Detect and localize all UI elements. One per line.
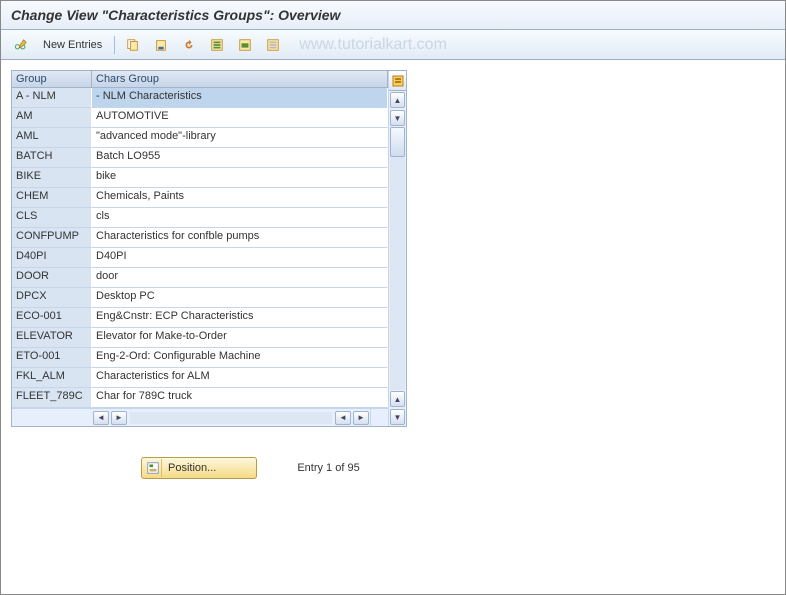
vscroll-track[interactable] — [390, 127, 405, 390]
table-row[interactable]: ETO-001Eng-2-Ord: Configurable Machine — [12, 348, 388, 368]
undo-button[interactable] — [177, 34, 201, 56]
cell-chars-group[interactable]: bike — [92, 168, 388, 188]
cell-group[interactable]: CLS — [12, 208, 92, 228]
cell-group[interactable]: DOOR — [12, 268, 92, 288]
hscroll-track[interactable] — [130, 412, 332, 424]
table-row[interactable]: A - NLM- NLM Characteristics — [12, 88, 388, 108]
table-row[interactable]: DPCXDesktop PC — [12, 288, 388, 308]
hscroll-right-end-button[interactable]: ► — [353, 411, 369, 425]
select-all-button[interactable] — [205, 34, 229, 56]
copy-as-button[interactable] — [121, 34, 145, 56]
cell-chars-group[interactable]: Eng&Cnstr: ECP Characteristics — [92, 308, 388, 328]
cell-group[interactable]: AML — [12, 128, 92, 148]
table-body: A - NLM- NLM CharacteristicsAMAUTOMOTIVE… — [12, 88, 388, 408]
cell-group[interactable]: DPCX — [12, 288, 92, 308]
table-settings-icon — [392, 75, 404, 87]
toolbar: New Entries — [1, 30, 785, 60]
cell-group[interactable]: CONFPUMP — [12, 228, 92, 248]
delete-icon — [154, 38, 168, 52]
watermark: www.tutorialkart.com — [299, 36, 447, 54]
table-header: Group Chars Group — [12, 71, 388, 88]
table-row[interactable]: ELEVATORElevator for Make-to-Order — [12, 328, 388, 348]
cell-chars-group[interactable]: "advanced mode"-library — [92, 128, 388, 148]
select-block-button[interactable] — [233, 34, 257, 56]
cell-chars-group[interactable]: cls — [92, 208, 388, 228]
table-row[interactable]: CLScls — [12, 208, 388, 228]
cell-group[interactable]: ELEVATOR — [12, 328, 92, 348]
table-configure-button[interactable] — [389, 71, 406, 91]
vscroll-down-step-button[interactable]: ▼ — [390, 110, 405, 126]
footer: Position... Entry 1 of 95 — [11, 457, 775, 479]
table-row[interactable]: ECO-001Eng&Cnstr: ECP Characteristics — [12, 308, 388, 328]
cell-chars-group[interactable]: door — [92, 268, 388, 288]
vertical-scrollbar: ▲ ▼ ▲ ▼ — [388, 71, 406, 426]
table-row[interactable]: BIKEbike — [12, 168, 388, 188]
position-icon — [144, 459, 162, 477]
position-button[interactable]: Position... — [141, 457, 257, 479]
toolbar-separator — [114, 36, 115, 54]
column-header-group[interactable]: Group — [12, 71, 92, 88]
cell-chars-group[interactable]: Elevator for Make-to-Order — [92, 328, 388, 348]
vscroll-down-button[interactable]: ▼ — [390, 409, 405, 425]
cell-chars-group[interactable]: AUTOMOTIVE — [92, 108, 388, 128]
cell-group[interactable]: BIKE — [12, 168, 92, 188]
vscroll-up-end-button[interactable]: ▲ — [390, 391, 405, 407]
select-all-icon — [210, 38, 224, 52]
cell-group[interactable]: ECO-001 — [12, 308, 92, 328]
cell-chars-group[interactable]: D40PI — [92, 248, 388, 268]
vscroll-up-button[interactable]: ▲ — [390, 92, 405, 108]
column-header-chars-group[interactable]: Chars Group — [92, 71, 388, 88]
table-row[interactable]: AML"advanced mode"-library — [12, 128, 388, 148]
undo-icon — [182, 38, 196, 52]
table-row[interactable]: AMAUTOMOTIVE — [12, 108, 388, 128]
delete-button[interactable] — [149, 34, 173, 56]
position-button-label: Position... — [168, 462, 216, 474]
table-container: Group Chars Group A - NLM- NLM Character… — [11, 70, 407, 427]
vscroll-thumb[interactable] — [390, 127, 405, 157]
cell-chars-group[interactable]: Characteristics for ALM — [92, 368, 388, 388]
table-row[interactable]: CHEMChemicals, Paints — [12, 188, 388, 208]
deselect-all-button[interactable] — [261, 34, 285, 56]
new-entries-button[interactable]: New Entries — [37, 34, 108, 56]
cell-chars-group[interactable]: Eng-2-Ord: Configurable Machine — [92, 348, 388, 368]
hscroll-left-end-button[interactable]: ◄ — [335, 411, 351, 425]
window-title: Change View "Characteristics Groups": Ov… — [1, 1, 785, 30]
cell-chars-group[interactable]: Chemicals, Paints — [92, 188, 388, 208]
cell-chars-group[interactable]: Characteristics for confble pumps — [92, 228, 388, 248]
horizontal-scrollbar: ◄ ► ◄ ► — [12, 408, 388, 426]
entry-status: Entry 1 of 95 — [297, 462, 359, 474]
table-row[interactable]: FLEET_789CChar for 789C truck — [12, 388, 388, 408]
hscroll-left-button[interactable]: ◄ — [93, 411, 109, 425]
toggle-display-change-button[interactable] — [9, 34, 33, 56]
deselect-all-icon — [266, 38, 280, 52]
cell-group[interactable]: FKL_ALM — [12, 368, 92, 388]
table-row[interactable]: FKL_ALMCharacteristics for ALM — [12, 368, 388, 388]
cell-group[interactable]: BATCH — [12, 148, 92, 168]
glasses-pencil-icon — [14, 38, 28, 52]
table-row[interactable]: D40PID40PI — [12, 248, 388, 268]
copy-icon — [126, 38, 140, 52]
cell-group[interactable]: FLEET_789C — [12, 388, 92, 408]
table-row[interactable]: BATCHBatch LO955 — [12, 148, 388, 168]
cell-group[interactable]: A - NLM — [12, 88, 92, 108]
hscroll-right-button[interactable]: ► — [111, 411, 127, 425]
cell-chars-group[interactable]: Char for 789C truck — [92, 388, 388, 408]
cell-group[interactable]: AM — [12, 108, 92, 128]
cell-group[interactable]: ETO-001 — [12, 348, 92, 368]
content-area: Group Chars Group A - NLM- NLM Character… — [1, 60, 785, 479]
table-row[interactable]: DOORdoor — [12, 268, 388, 288]
table-row[interactable]: CONFPUMPCharacteristics for confble pump… — [12, 228, 388, 248]
cell-group[interactable]: CHEM — [12, 188, 92, 208]
cell-group[interactable]: D40PI — [12, 248, 92, 268]
cell-chars-group[interactable]: - NLM Characteristics — [92, 88, 388, 108]
cell-chars-group[interactable]: Batch LO955 — [92, 148, 388, 168]
cell-chars-group[interactable]: Desktop PC — [92, 288, 388, 308]
select-block-icon — [238, 38, 252, 52]
